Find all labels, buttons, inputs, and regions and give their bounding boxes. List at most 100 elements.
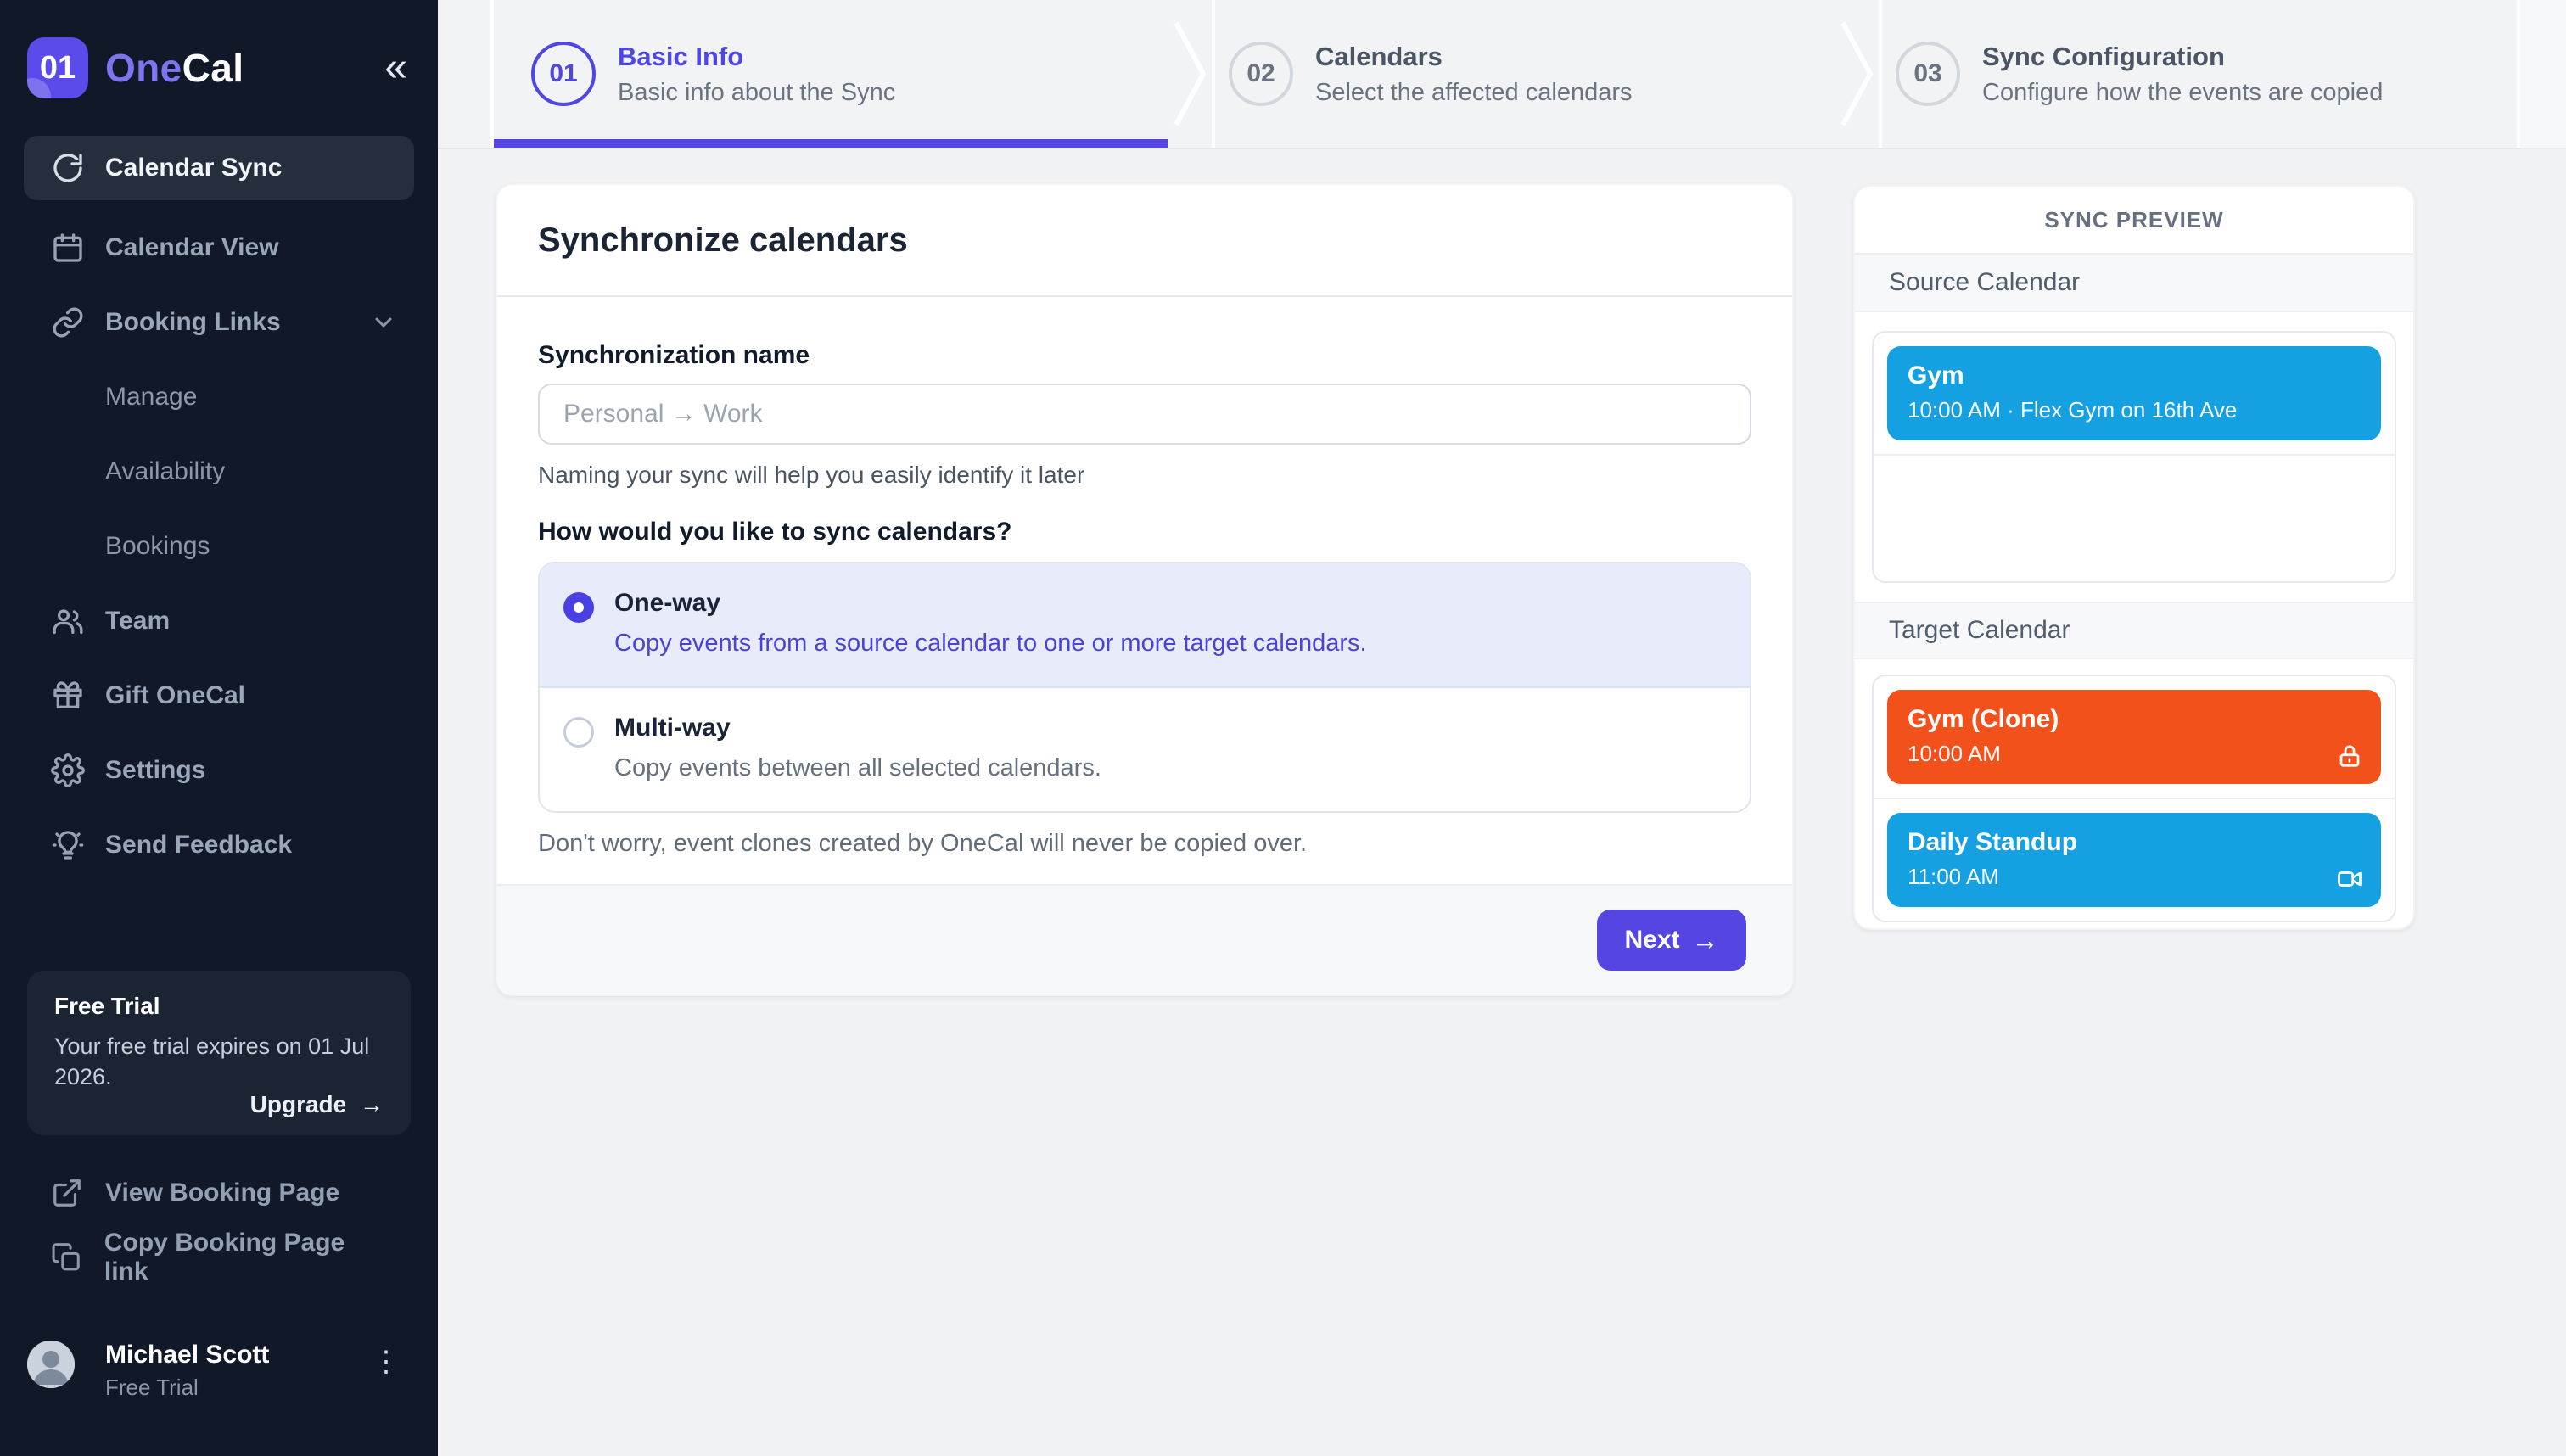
arrow-right-icon: → (1691, 924, 1719, 955)
calendar-event: Gym 10:00 AM · Flex Gym on 16th Ave (1887, 346, 2381, 440)
empty-event-slot (1874, 454, 2395, 581)
gift-icon (51, 679, 85, 713)
step-number: 01 (549, 59, 578, 87)
card-body: Synchronization name Naming your sync wi… (497, 297, 1792, 858)
sidebar-item-team[interactable]: Team (24, 584, 414, 658)
sidebar-item-calendar-view[interactable]: Calendar View (24, 210, 414, 285)
stepper-strip: 01 Basic Info Basic info about the Sync … (438, 0, 2520, 149)
sidebar-item-availability[interactable]: Availability (24, 434, 414, 509)
radio-selected-icon[interactable] (563, 592, 594, 623)
sidebar-item-send-feedback[interactable]: Send Feedback (24, 808, 414, 882)
calendar-icon (51, 231, 85, 265)
clone-note: Don't worry, event clones created by One… (538, 830, 1308, 857)
sidebar-item-booking-links[interactable]: Booking Links (24, 285, 414, 360)
radio-option-multi-way[interactable]: Multi-way Copy events between all select… (540, 688, 1750, 811)
sidebar-item-bookings[interactable]: Bookings (24, 509, 414, 584)
section-label: Target Calendar (1889, 616, 2070, 644)
sidebar-item-label: Manage (105, 383, 198, 411)
link-icon (51, 305, 85, 339)
calendar-event: Daily Standup 11:00 AM (1887, 813, 2381, 907)
step-subtitle: Select the affected calendars (1315, 78, 1633, 106)
sync-name-help: Naming your sync will help you easily id… (538, 462, 1085, 488)
logo-row: 01 OneCal « (27, 31, 414, 105)
copy-booking-page-link[interactable]: Copy Booking Page link (24, 1225, 414, 1290)
arrow-right-icon: → (360, 1091, 384, 1117)
brand-name-part2: Cal (182, 46, 244, 90)
radio-option-title: One-way (614, 589, 721, 617)
event-time: 10:00 AM (1908, 741, 2001, 766)
calendar-event: Gym (Clone) 10:00 AM (1887, 690, 2381, 784)
step-texts: Calendars Select the affected calendars (1315, 42, 1633, 107)
next-button[interactable]: Next → (1597, 910, 1746, 971)
external-link-icon (51, 1177, 83, 1209)
event-slot: Daily Standup 11:00 AM (1874, 798, 2395, 921)
user-meta: Michael Scott Free Trial (105, 1341, 269, 1401)
radio-option-description: Copy events from a source calendar to on… (614, 630, 1367, 657)
sync-preview-panel: SYNC PREVIEW Source Calendar Gym 10:00 A… (1853, 185, 2415, 930)
source-calendar-card: Gym 10:00 AM · Flex Gym on 16th Ave (1872, 331, 2396, 583)
view-booking-page-link[interactable]: View Booking Page (24, 1161, 414, 1225)
video-camera-icon (2337, 866, 2362, 892)
step-subtitle: Basic info about the Sync (618, 78, 896, 106)
step-texts: Sync Configuration Configure how the eve… (1982, 42, 2383, 107)
sidebar-item-label: Bookings (105, 532, 210, 560)
side-link-label: Copy Booking Page link (104, 1229, 345, 1285)
step-number: 02 (1247, 59, 1275, 87)
event-title: Gym (Clone) (1908, 705, 2059, 733)
upgrade-link[interactable]: Upgrade → (250, 1091, 384, 1118)
sidebar: 01 OneCal « Calendar Sync Calendar View (0, 0, 438, 1456)
radio-option-one-way[interactable]: One-way Copy events from a source calend… (540, 563, 1750, 688)
step-number-badge: 02 (1229, 42, 1293, 106)
event-time: 11:00 AM (1908, 864, 1999, 889)
source-calendar-section-label: Source Calendar (1855, 255, 2413, 312)
brand-wordmark: OneCal (105, 45, 244, 91)
sidebar-item-settings[interactable]: Settings (24, 733, 414, 808)
sync-preview-title: SYNC PREVIEW (1855, 187, 2413, 255)
step-separator-chevron-icon (1835, 0, 1879, 148)
sync-mode-question: How would you like to sync calendars? (538, 518, 1012, 546)
sidebar-item-gift-onecal[interactable]: Gift OneCal (24, 658, 414, 733)
page-title: Synchronize calendars (538, 221, 908, 259)
sidebar-item-label: Send Feedback (105, 831, 293, 859)
step-separator-chevron-icon (1168, 0, 1212, 148)
step-subtitle: Configure how the events are copied (1982, 78, 2384, 106)
user-name: Michael Scott (105, 1341, 270, 1369)
sidebar-item-manage[interactable]: Manage (24, 360, 414, 434)
sync-mode-radio-group: One-way Copy events from a source calend… (538, 562, 1751, 813)
sidebar-item-label: Availability (105, 457, 226, 485)
free-trial-title: Free Trial (54, 993, 160, 1019)
sidebar-item-label: Team (105, 607, 171, 635)
wizard-stepper: 01 Basic Info Basic info about the Sync … (438, 0, 2566, 149)
step-calendars[interactable]: 02 Calendars Select the affected calenda… (1212, 0, 1835, 148)
onecal-logo-icon: 01 (27, 37, 88, 98)
sidebar-item-calendar-sync[interactable]: Calendar Sync (24, 136, 414, 200)
sidebar-item-label: Settings (105, 756, 206, 784)
sidebar-nav: Calendar Sync Calendar View Booking Link… (24, 136, 414, 882)
brand-name-part1: One (105, 46, 182, 90)
upgrade-label: Upgrade (249, 1091, 347, 1117)
event-title: Gym (1908, 361, 1964, 389)
radio-texts: Multi-way Copy events between all select… (614, 714, 1101, 782)
step-title: Sync Configuration (1982, 41, 2225, 71)
logo-badge-text: 01 (39, 49, 76, 86)
step-basic-info[interactable]: 01 Basic Info Basic info about the Sync (490, 0, 1168, 148)
user-row[interactable]: Michael Scott Free Trial ⋮ (0, 1317, 438, 1456)
free-trial-card: Free Trial Your free trial expires on 01… (27, 971, 411, 1135)
target-calendar-section-label: Target Calendar (1855, 602, 2413, 659)
radio-option-title: Multi-way (614, 714, 731, 742)
sidebar-collapse-icon[interactable]: « (378, 44, 414, 92)
sync-form-card: Synchronize calendars Synchronization na… (496, 183, 1794, 996)
target-calendar-card: Gym (Clone) 10:00 AM Daily Standup 11:00… (1872, 675, 2396, 922)
event-slot: Gym (Clone) 10:00 AM (1874, 676, 2395, 798)
ellipsis-vertical-icon[interactable]: ⋮ (361, 1341, 411, 1383)
step-sync-configuration[interactable]: 03 Sync Configuration Configure how the … (1879, 0, 2520, 148)
sync-icon (51, 151, 85, 185)
lightbulb-icon (51, 828, 85, 862)
sync-name-input[interactable] (538, 384, 1751, 445)
event-time: 10:00 AM · Flex Gym on 16th Ave (1908, 397, 2238, 423)
copy-icon (51, 1241, 82, 1274)
gear-icon (51, 753, 85, 787)
sidebar-item-label: Booking Links (105, 308, 281, 336)
radio-unselected-icon[interactable] (563, 717, 594, 748)
next-button-label: Next (1624, 926, 1680, 954)
